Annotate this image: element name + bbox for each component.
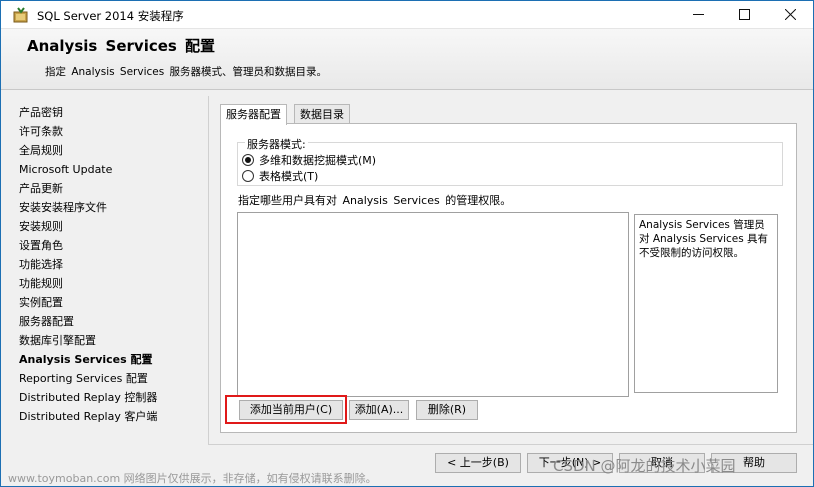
sql-server-setup-icon [13,7,29,23]
nav-item-analysis-services-config[interactable]: Analysis Services 配置 [19,350,209,369]
add-button[interactable]: 添加(A)... [349,400,409,420]
permissions-label: 指定哪些用户具有对 Analysis Services 的管理权限。 [238,194,512,207]
server-mode-legend: 服务器模式: [245,136,308,152]
minimize-button[interactable] [675,1,721,28]
title-bar: SQL Server 2014 安装程序 [1,1,813,29]
close-button[interactable] [767,1,813,28]
maximize-icon [738,9,750,20]
nav-item-install-rules[interactable]: 安装规则 [19,217,209,236]
setup-window: SQL Server 2014 安装程序 Analysis Services 配… [0,0,814,487]
step-navigation: 产品密钥 许可条款 全局规则 Microsoft Update 产品更新 安装安… [19,103,209,426]
radio-multidimensional[interactable]: 多维和数据挖掘模式(M) [242,152,376,168]
nav-item-license-terms[interactable]: 许可条款 [19,122,209,141]
page-subtitle: 指定 Analysis Services 服务器模式、管理员和数据目录。 [45,66,328,78]
page-header: Analysis Services 配置 指定 Analysis Service… [1,29,813,90]
nav-item-db-engine-config[interactable]: 数据库引擎配置 [19,331,209,350]
radio-multidimensional-label: 多维和数据挖掘模式(M) [259,154,377,167]
nav-item-install-setup-files[interactable]: 安装安装程序文件 [19,198,209,217]
nav-item-product-updates[interactable]: 产品更新 [19,179,209,198]
footer-divider [208,444,813,445]
window-title: SQL Server 2014 安装程序 [37,9,184,23]
nav-item-microsoft-update[interactable]: Microsoft Update [19,160,209,179]
admin-info-text: Analysis Services 管理员对 Analysis Services… [634,214,778,393]
nav-item-server-config[interactable]: 服务器配置 [19,312,209,331]
nav-item-distributed-replay-controller[interactable]: Distributed Replay 控制器 [19,388,209,407]
tab-server-config[interactable]: 服务器配置 [220,104,287,125]
back-button[interactable]: < 上一步(B) [435,453,521,473]
nav-item-product-key[interactable]: 产品密钥 [19,103,209,122]
nav-item-feature-selection[interactable]: 功能选择 [19,255,209,274]
radio-button-checked[interactable] [242,154,254,166]
nav-divider [208,96,209,444]
maximize-button[interactable] [721,1,767,28]
admin-users-list[interactable] [237,212,629,397]
highlight-box [225,395,347,424]
remove-button[interactable]: 删除(R) [416,400,478,420]
close-icon [784,9,796,20]
nav-item-instance-config[interactable]: 实例配置 [19,293,209,312]
nav-item-reporting-services-config[interactable]: Reporting Services 配置 [19,369,209,388]
tab-data-directories[interactable]: 数据目录 [294,104,350,124]
nav-item-setup-role[interactable]: 设置角色 [19,236,209,255]
radio-button-unchecked[interactable] [242,170,254,182]
nav-item-global-rules[interactable]: 全局规则 [19,141,209,160]
page-title: Analysis Services 配置 [27,37,216,55]
minimize-icon [692,14,704,15]
nav-item-feature-rules[interactable]: 功能规则 [19,274,209,293]
radio-tabular[interactable]: 表格模式(T) [242,168,318,184]
tab-panel: 服务器模式: 多维和数据挖掘模式(M) 表格模式(T) 指定哪些用户具有对 An… [220,123,797,433]
server-mode-group: 服务器模式: 多维和数据挖掘模式(M) 表格模式(T) [237,136,783,186]
watermark-right: CSDN @阿龙的技术小菜园 [553,457,736,475]
watermark-left: www.toymoban.com 网络图片仅供展示，非存储，如有侵权请联系删除。 [8,472,377,485]
nav-item-distributed-replay-client[interactable]: Distributed Replay 客户端 [19,407,209,426]
radio-tabular-label: 表格模式(T) [259,170,319,183]
